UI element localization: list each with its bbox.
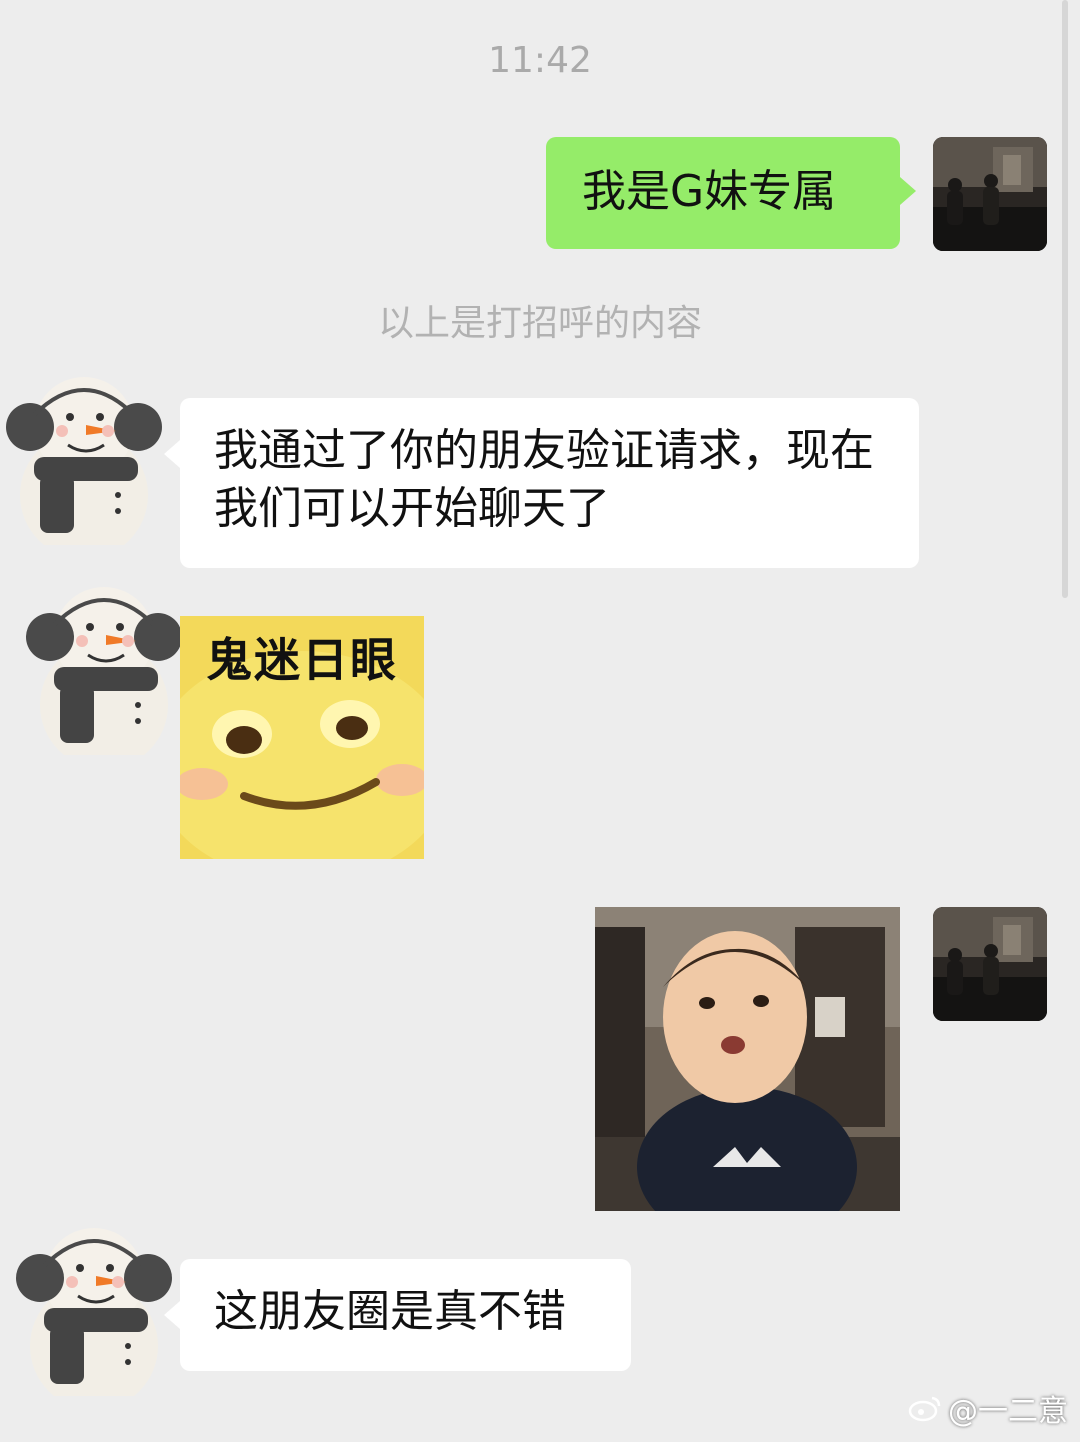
watermark-text: @一二意 bbox=[948, 1394, 1068, 1429]
message-timestamp: 11:42 bbox=[488, 40, 592, 81]
contact-avatar[interactable] bbox=[4, 1196, 184, 1396]
system-notice: 以上是打招呼的内容 bbox=[377, 303, 702, 344]
message-text: 这朋友圈是真不错 bbox=[214, 1286, 566, 1337]
chat-view: 11:42 我是G妹专属 以上是打招呼的内容 我通过了你的朋友验证请求，现在我们… bbox=[0, 0, 1080, 1442]
self-avatar[interactable] bbox=[933, 907, 1047, 1021]
self-avatar[interactable] bbox=[933, 137, 1047, 251]
message-text: 我通过了你的朋友验证请求，现在我们可以开始聊天了 bbox=[214, 425, 874, 534]
weibo-icon bbox=[908, 1394, 942, 1422]
incoming-message-bubble[interactable]: 这朋友圈是真不错 bbox=[164, 1259, 631, 1371]
outgoing-message-bubble[interactable]: 我是G妹专属 bbox=[546, 137, 916, 249]
sticker-caption: 鬼迷日眼 bbox=[206, 633, 398, 687]
watermark: @一二意 bbox=[908, 1386, 1068, 1430]
contact-avatar[interactable] bbox=[10, 555, 190, 755]
incoming-message-bubble[interactable]: 我通过了你的朋友验证请求，现在我们可以开始聊天了 bbox=[164, 398, 919, 568]
contact-avatar[interactable] bbox=[0, 345, 180, 545]
sticker-message[interactable] bbox=[595, 907, 900, 1211]
sticker-message[interactable]: 鬼迷日眼 bbox=[180, 616, 424, 859]
message-text: 我是G妹专属 bbox=[582, 166, 837, 217]
